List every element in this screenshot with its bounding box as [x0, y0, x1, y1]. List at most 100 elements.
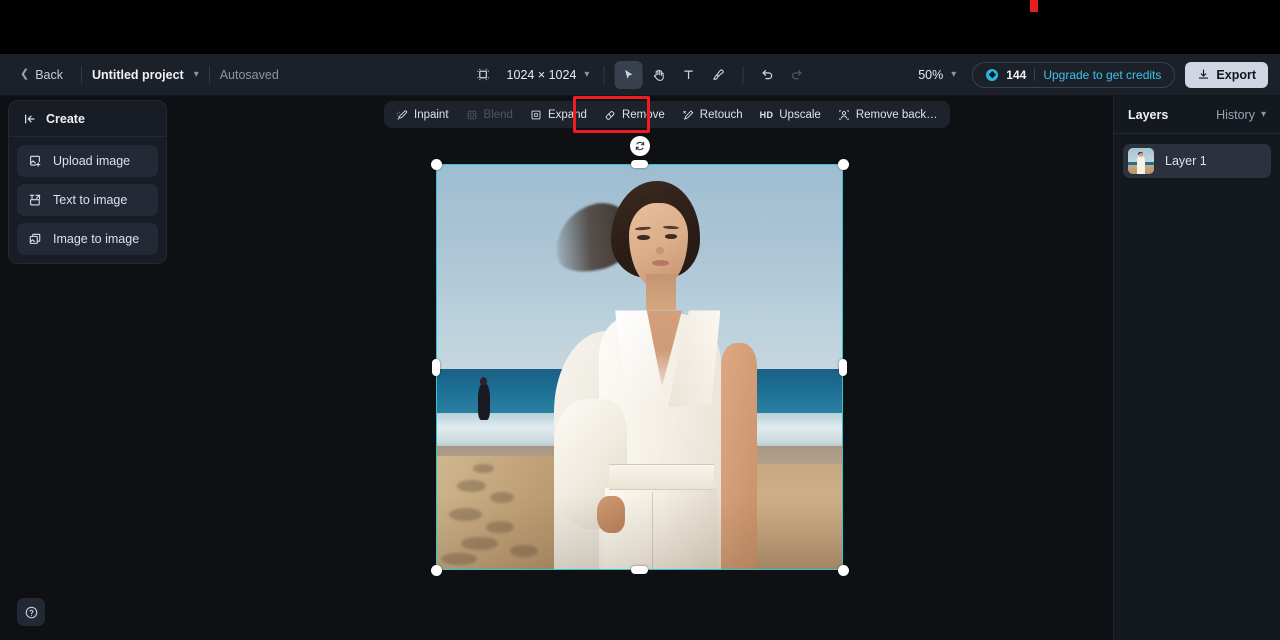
- text-to-image-button[interactable]: Text to image: [17, 184, 158, 216]
- upscale-tool-button[interactable]: HD Upscale: [752, 104, 829, 125]
- chevron-down-icon[interactable]: ▾: [194, 69, 199, 80]
- photo-model-arm: [720, 342, 757, 569]
- top-toolbar: ❮ Back Untitled project ▾ Autosaved 1024…: [0, 54, 1280, 96]
- help-button[interactable]: [17, 598, 45, 626]
- photo-model-button: [675, 473, 686, 484]
- create-panel: Create Upload image Text to image Image …: [8, 100, 167, 264]
- blend-label: Blend: [483, 108, 513, 121]
- credits-pill[interactable]: ◆ 144 Upgrade to get credits: [972, 61, 1176, 88]
- text-tool[interactable]: [674, 61, 702, 89]
- select-tool[interactable]: [614, 60, 643, 89]
- divider: [208, 65, 210, 84]
- coin-icon: ◆: [986, 68, 999, 81]
- upscale-label: Upscale: [779, 108, 821, 121]
- image-to-image-button[interactable]: Image to image: [17, 223, 158, 255]
- resize-handle-top-left[interactable]: [430, 158, 442, 170]
- export-button-label: Export: [1216, 67, 1256, 82]
- layers-panel-header: Layers History ▾: [1114, 96, 1280, 134]
- remove-tool-button[interactable]: Remove: [596, 104, 673, 125]
- blend-icon: [467, 110, 476, 119]
- tab-history-label: History: [1216, 107, 1255, 122]
- chevron-down-icon: ▾: [1260, 109, 1266, 120]
- upload-image-button[interactable]: Upload image: [17, 145, 158, 177]
- divider: [742, 65, 744, 84]
- photo-model-neck: [645, 274, 676, 311]
- divider: [1034, 68, 1036, 81]
- tab-history[interactable]: History ▾: [1216, 108, 1266, 122]
- undo-button[interactable]: [753, 61, 781, 89]
- download-icon: [1199, 69, 1209, 79]
- zoom-control[interactable]: 50% ▾: [912, 63, 962, 87]
- layers-list: Layer 1: [1114, 134, 1280, 188]
- autosave-status: Autosaved: [219, 67, 279, 82]
- project-name[interactable]: Untitled project: [92, 68, 184, 82]
- beach-photo: [437, 165, 842, 569]
- browser-chrome-strip: [0, 0, 1280, 54]
- inpaint-icon: [397, 109, 408, 120]
- topbar-center-group: 1024 × 1024 ▾: [469, 54, 812, 96]
- canvas-selection[interactable]: [430, 136, 849, 576]
- expand-tool-button[interactable]: Expand: [522, 104, 595, 125]
- image-to-image-icon: [29, 233, 41, 244]
- divider: [603, 65, 605, 84]
- credits-amount: 144: [1006, 67, 1027, 82]
- remove-background-tool-button[interactable]: Remove back…: [830, 104, 946, 125]
- layer-thumbnail: [1128, 148, 1154, 174]
- photo-model-eye-left: [637, 235, 650, 240]
- canvas-dimensions[interactable]: 1024 × 1024 ▾: [499, 63, 594, 87]
- create-panel-title: Create: [46, 111, 85, 126]
- export-button[interactable]: Export: [1185, 61, 1268, 88]
- photo-model-waistband: [609, 463, 715, 491]
- resize-handle-bottom-right[interactable]: [837, 564, 849, 576]
- resize-handle-top-right[interactable]: [837, 158, 849, 170]
- photo-model-hand: [596, 496, 626, 533]
- rotate-icon: [635, 141, 644, 151]
- zoom-level-value: 50%: [918, 67, 944, 82]
- text-to-image-label: Text to image: [53, 193, 128, 207]
- hd-icon: HD: [759, 109, 774, 120]
- back-button[interactable]: ❮ Back: [12, 63, 71, 87]
- edit-tools-toolbar: Inpaint Blend Expand Remove Retouch HD U…: [384, 101, 950, 128]
- retouch-label: Retouch: [699, 108, 743, 121]
- pan-tool[interactable]: [644, 61, 672, 89]
- remove-background-icon: [839, 109, 849, 120]
- remove-label: Remove: [621, 108, 665, 121]
- tab-layers[interactable]: Layers: [1128, 108, 1168, 122]
- create-panel-header: Create: [9, 101, 166, 137]
- back-button-label: Back: [35, 67, 64, 82]
- expand-icon: [531, 110, 541, 119]
- divider: [81, 65, 83, 84]
- blend-tool-button: Blend: [458, 104, 521, 125]
- redo-button: [783, 61, 811, 89]
- layers-panel: Layers History ▾ Layer 1: [1113, 96, 1280, 640]
- canvas-dimensions-value: 1024 × 1024: [506, 67, 577, 82]
- resize-handle-top[interactable]: [631, 160, 648, 168]
- photo-distant-figure: [477, 383, 491, 420]
- retouch-tool-button[interactable]: Retouch: [674, 104, 751, 125]
- collapse-panel-icon[interactable]: [23, 112, 37, 126]
- remove-background-label: Remove back…: [855, 108, 938, 121]
- resize-handle-left[interactable]: [432, 358, 440, 376]
- chevron-down-icon: ▾: [951, 69, 957, 80]
- layer-item[interactable]: Layer 1: [1123, 144, 1271, 178]
- text-to-image-icon: [29, 194, 41, 206]
- chevron-left-icon: ❮: [20, 68, 30, 80]
- selected-image-frame[interactable]: [436, 164, 843, 570]
- chevron-down-icon: ▾: [584, 69, 590, 80]
- topbar-left-group: ❮ Back Untitled project ▾ Autosaved: [0, 63, 279, 87]
- resize-handle-bottom[interactable]: [631, 566, 648, 574]
- help-icon: [25, 606, 37, 618]
- brush-tool[interactable]: [704, 61, 732, 89]
- resize-handle-right[interactable]: [839, 358, 847, 376]
- retouch-icon: [683, 109, 694, 120]
- layer-name: Layer 1: [1165, 154, 1207, 168]
- eraser-icon: [605, 110, 615, 120]
- upgrade-link[interactable]: Upgrade to get credits: [1043, 68, 1161, 82]
- resize-handle-bottom-left[interactable]: [430, 564, 442, 576]
- artboard-icon[interactable]: [469, 61, 497, 89]
- rotate-handle[interactable]: [629, 136, 650, 156]
- inpaint-tool-button[interactable]: Inpaint: [388, 104, 457, 125]
- upload-image-icon: [30, 155, 41, 167]
- app-root: ❮ Back Untitled project ▾ Autosaved 1024…: [0, 0, 1280, 640]
- upload-image-label: Upload image: [53, 154, 131, 168]
